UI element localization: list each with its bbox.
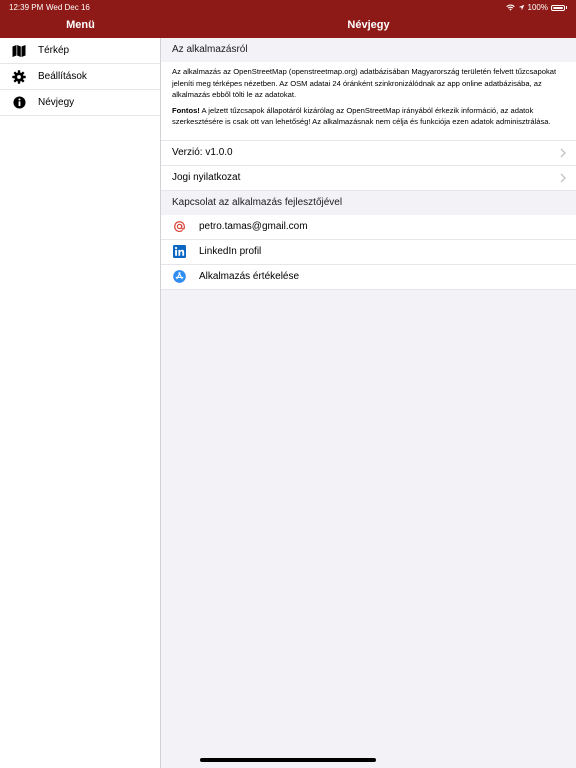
- about-important-paragraph: Fontos! A jelzett tűzcsapok állapotáról …: [172, 105, 565, 128]
- status-time: 12:39 PM: [9, 3, 44, 12]
- legal-label: Jogi nyilatkozat: [172, 172, 241, 184]
- rate-app-label: Alkalmazás értékelése: [199, 271, 300, 283]
- sidebar-title: Menü: [66, 19, 95, 31]
- about-section-header: Az alkalmazásról: [161, 38, 576, 62]
- app-store-icon: [173, 270, 186, 284]
- status-indicators: 100%: [505, 3, 567, 12]
- sidebar-item-map[interactable]: Térkép: [0, 38, 160, 64]
- sidebar-item-label: Térkép: [38, 45, 70, 56]
- important-label: Fontos!: [172, 105, 200, 115]
- linkedin-row[interactable]: LinkedIn profil: [161, 239, 576, 265]
- legal-row[interactable]: Jogi nyilatkozat: [161, 165, 576, 191]
- sidebar-item-label: Névjegy: [38, 97, 75, 108]
- battery-icon: [551, 4, 565, 11]
- about-text-box: Az alkalmazás az OpenStreetMap (openstre…: [161, 62, 576, 141]
- status-date: Wed Dec 16: [46, 3, 90, 12]
- sidebar: Térkép Beállítások Névjegy: [0, 38, 161, 768]
- info-icon: [12, 96, 26, 110]
- linkedin-icon: [173, 245, 186, 259]
- chevron-right-icon: [560, 173, 566, 183]
- page-title: Névjegy: [347, 19, 390, 31]
- battery-percent: 100%: [527, 3, 548, 12]
- sidebar-item-about[interactable]: Névjegy: [0, 90, 160, 116]
- email-label: petro.tamas@gmail.com: [199, 221, 308, 233]
- at-icon: [173, 220, 186, 233]
- important-text: A jelzett tűzcsapok állapotáról kizáróla…: [172, 105, 551, 127]
- main-content: Az alkalmazásról Az alkalmazás az OpenSt…: [161, 38, 576, 290]
- location-arrow-icon: [518, 4, 524, 11]
- sidebar-item-settings[interactable]: Beállítások: [0, 64, 160, 90]
- linkedin-label: LinkedIn profil: [199, 246, 262, 258]
- about-paragraph: Az alkalmazás az OpenStreetMap (openstre…: [172, 67, 557, 100]
- home-indicator[interactable]: [200, 758, 376, 762]
- sidebar-item-label: Beállítások: [38, 71, 87, 82]
- version-label: Verzió: v1.0.0: [172, 147, 233, 159]
- email-row[interactable]: petro.tamas@gmail.com: [161, 214, 576, 240]
- battery-tip: [566, 6, 567, 9]
- rate-app-row[interactable]: Alkalmazás értékelése: [161, 264, 576, 290]
- navigation-bar: 12:39 PM Wed Dec 16 100% Menü Névjegy: [0, 0, 576, 38]
- map-icon: [12, 44, 26, 58]
- version-row[interactable]: Verzió: v1.0.0: [161, 140, 576, 166]
- wifi-icon: [505, 4, 515, 11]
- gear-icon: [12, 69, 26, 84]
- contact-section-header: Kapcsolat az alkalmazás fejlesztőjével: [161, 190, 576, 215]
- chevron-right-icon: [560, 148, 566, 158]
